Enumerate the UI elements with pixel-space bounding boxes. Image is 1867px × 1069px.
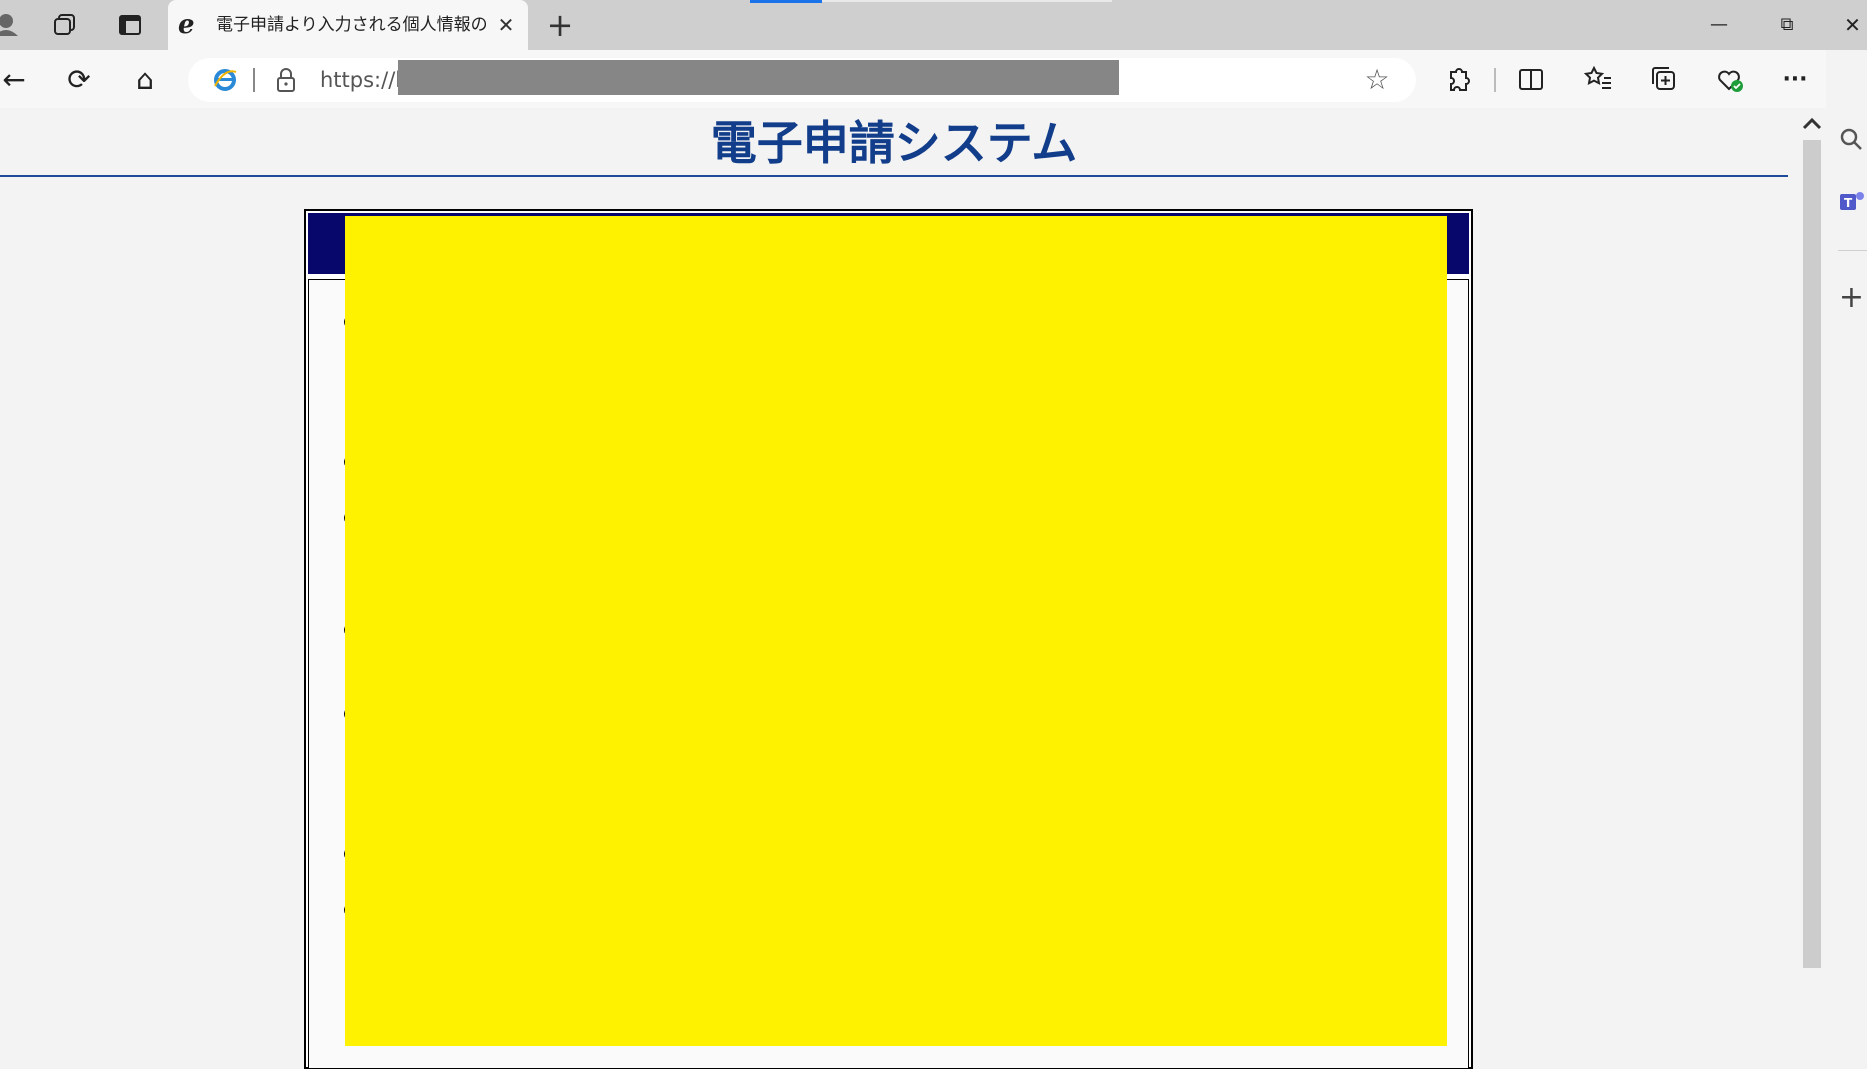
- url-text[interactable]: https://l: [320, 58, 401, 102]
- restore-button[interactable]: ⧉: [1770, 0, 1804, 50]
- home-button[interactable]: ⌂: [128, 58, 162, 102]
- close-window-button[interactable]: ✕: [1838, 0, 1867, 50]
- collections-icon[interactable]: [1647, 58, 1679, 102]
- title-underline: [0, 175, 1788, 177]
- tab-strip-track: [822, 0, 1112, 2]
- new-tab-button[interactable]: +: [545, 0, 575, 50]
- vertical-tabs-icon[interactable]: [115, 0, 145, 50]
- minimize-button[interactable]: —: [1702, 0, 1736, 50]
- tab-favicon-icon: e: [178, 10, 195, 40]
- lock-icon[interactable]: [275, 67, 297, 93]
- more-options-button[interactable]: ···: [1778, 58, 1812, 102]
- extensions-icon[interactable]: [1442, 58, 1474, 102]
- tab-title[interactable]: 電子申請より入力される個人情報の: [216, 0, 486, 50]
- ie-mode-icon[interactable]: [212, 66, 238, 92]
- content-redaction-block: [345, 216, 1447, 1046]
- refresh-button[interactable]: ⟳: [62, 58, 96, 102]
- tab-close-icon[interactable]: ✕: [492, 0, 520, 50]
- sidebar-search-icon[interactable]: [1836, 124, 1867, 156]
- favorites-icon[interactable]: [1582, 58, 1614, 102]
- sidebar-teams-icon[interactable]: T: [1836, 186, 1867, 218]
- scroll-up-icon[interactable]: [1800, 112, 1824, 136]
- tab-scroll-indicator: [750, 0, 822, 3]
- split-screen-icon[interactable]: [1515, 58, 1547, 102]
- toolbar-divider: [1494, 68, 1496, 92]
- url-redaction: [398, 60, 1119, 95]
- browser-essentials-icon[interactable]: [1713, 58, 1747, 102]
- scrollbar-thumb[interactable]: [1803, 140, 1821, 968]
- favorite-star-icon[interactable]: ☆: [1362, 58, 1392, 102]
- workspaces-icon[interactable]: [50, 0, 80, 50]
- sidebar-divider: [1838, 250, 1867, 251]
- back-button[interactable]: ←: [0, 58, 28, 102]
- profile-icon[interactable]: [0, 0, 22, 50]
- page-title: 電子申請システム: [710, 116, 1078, 170]
- svg-text:T: T: [1844, 196, 1853, 210]
- address-divider: [253, 68, 255, 92]
- sidebar-add-icon[interactable]: +: [1836, 282, 1867, 314]
